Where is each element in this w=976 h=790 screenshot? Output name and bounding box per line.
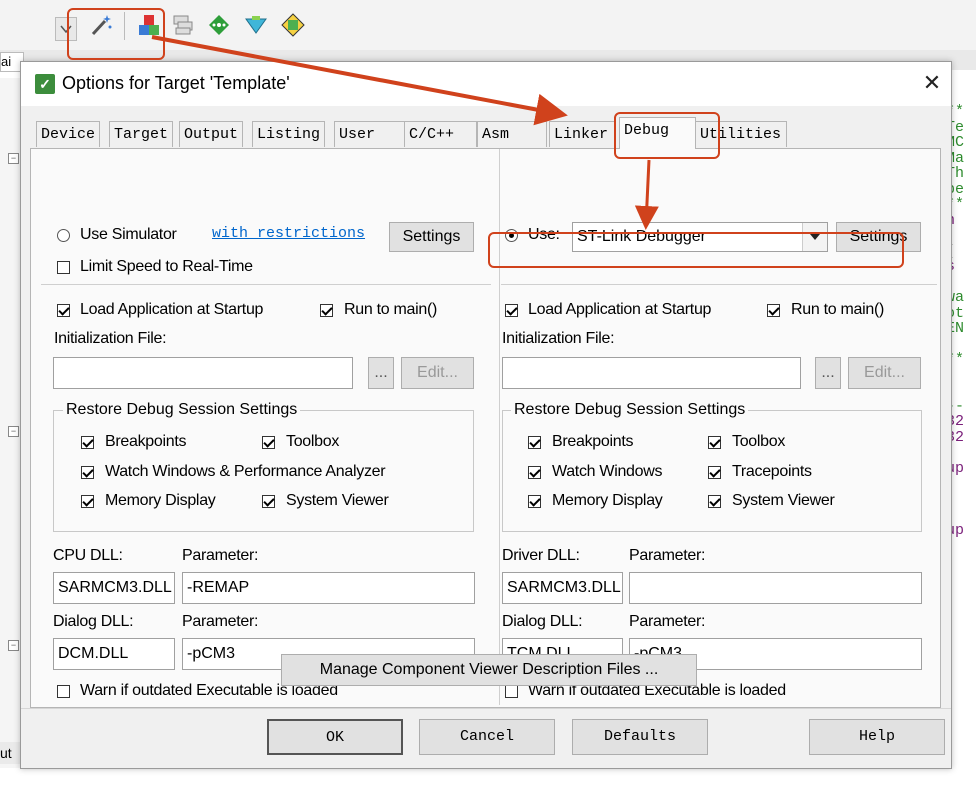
tab-debug[interactable]: Debug — [619, 117, 696, 149]
annotation-arrow-to-load-run — [634, 159, 659, 230]
annotation-arrow-to-debug-tab — [151, 35, 568, 126]
annotation-arrows — [151, 35, 659, 230]
